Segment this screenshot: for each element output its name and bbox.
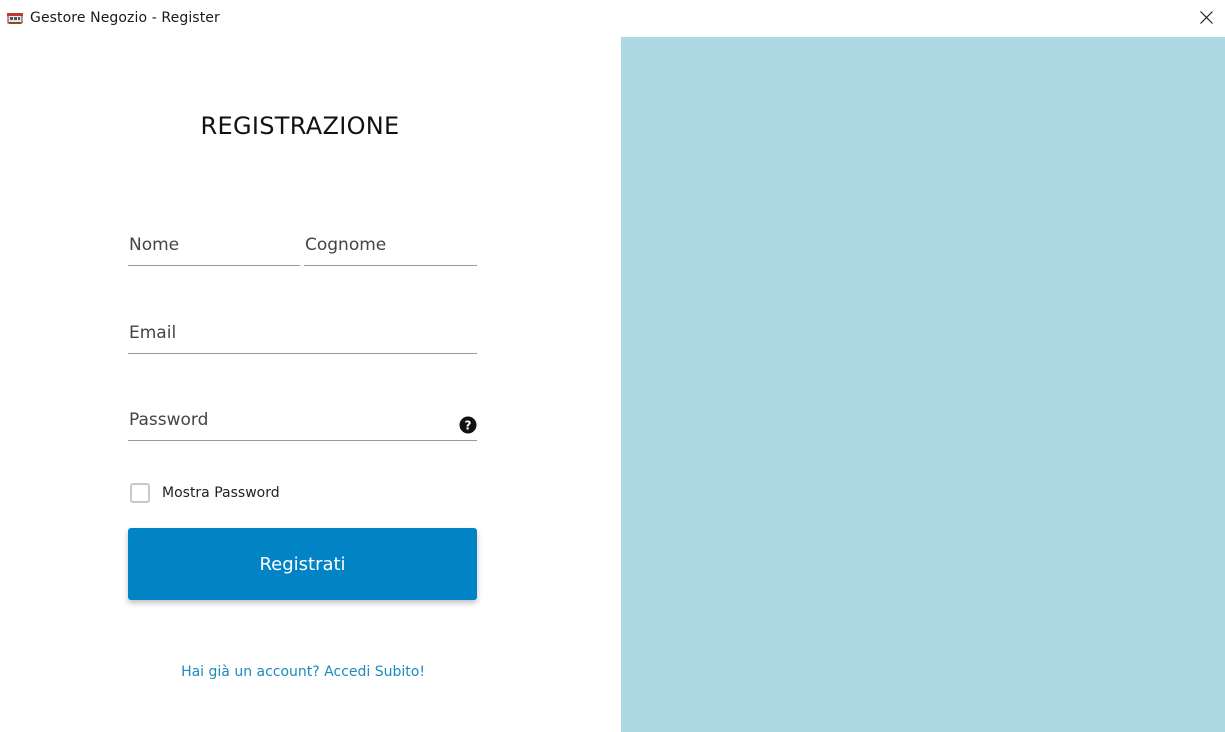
nome-field[interactable] xyxy=(128,230,300,266)
register-window: Gestore Negozio - Register REGISTRAZIONE… xyxy=(0,0,1225,732)
question-circle-icon[interactable]: ? xyxy=(459,416,477,434)
form-title: REGISTRAZIONE xyxy=(200,112,400,140)
window-title: Gestore Negozio - Register xyxy=(30,10,220,26)
close-button[interactable] xyxy=(1190,3,1222,33)
password-field[interactable] xyxy=(128,405,477,441)
close-icon xyxy=(1200,11,1213,24)
svg-text:?: ? xyxy=(465,419,472,433)
register-button[interactable]: Registrati xyxy=(128,528,477,600)
login-link[interactable]: Hai già un account? Accedi Subito! xyxy=(128,664,478,680)
show-password-checkbox[interactable] xyxy=(130,483,150,503)
shop-register-icon xyxy=(7,11,23,25)
email-field[interactable] xyxy=(128,318,477,354)
show-password-toggle[interactable]: Mostra Password xyxy=(130,481,280,505)
cognome-field[interactable] xyxy=(304,230,477,266)
side-panel xyxy=(621,37,1225,732)
title-bar: Gestore Negozio - Register xyxy=(0,0,1225,37)
show-password-label: Mostra Password xyxy=(162,485,280,501)
